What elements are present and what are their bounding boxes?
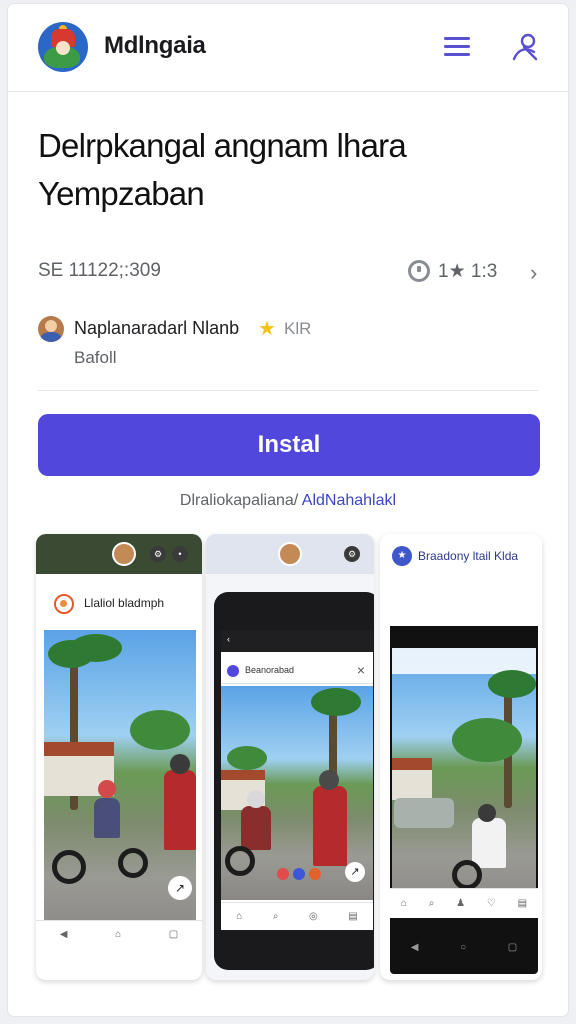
screenshot-label: Beanorabad bbox=[245, 665, 295, 675]
clock-icon bbox=[408, 260, 430, 282]
person-icon[interactable] bbox=[508, 30, 542, 64]
library-icon[interactable]: ▤ bbox=[348, 911, 357, 922]
share-icon: ↗ bbox=[345, 862, 365, 882]
phone-mockup: ‹ Beanorabad × ↗ ⌂ ⌕ ◎ ▤ bbox=[214, 592, 374, 970]
app-logo-icon[interactable] bbox=[38, 22, 88, 72]
search-icon[interactable]: ⌕ bbox=[429, 898, 435, 909]
bottom-nav: ◀ ⌂ ▢ bbox=[36, 920, 202, 948]
page-title: Delrpkangal angnam lhara Yempzaban bbox=[38, 122, 548, 218]
avatar bbox=[278, 542, 302, 566]
more-icon: • bbox=[172, 546, 188, 562]
library-icon[interactable]: ▤ bbox=[518, 898, 527, 909]
bottom-nav: ⌂ ⌕ ◎ ▤ bbox=[221, 902, 373, 930]
phone-status-bar: ‹ bbox=[221, 630, 373, 652]
note-text: Dlraliokapaliana/ bbox=[179, 492, 299, 509]
app-icon bbox=[227, 665, 239, 677]
favorite-icon[interactable]: ♡ bbox=[487, 898, 496, 909]
back-icon[interactable]: ◀ bbox=[60, 929, 68, 940]
home-icon[interactable]: ⌂ bbox=[401, 898, 407, 909]
settings-icon: ⚙ bbox=[150, 546, 166, 562]
location-badge-icon bbox=[54, 594, 74, 614]
install-note: Dlraliokapaliana/ AldNahahlakl bbox=[8, 492, 568, 510]
close-icon[interactable]: × bbox=[357, 662, 365, 678]
screenshot-card-1[interactable]: ⚙ • Llaliol bladmph ↗ ◀ ⌂ ▢ bbox=[36, 534, 202, 980]
screenshot-label: Braadony ltail Klda bbox=[418, 549, 519, 563]
star-icon: ★ bbox=[258, 318, 276, 340]
rating-text: 1★ 1:3 bbox=[438, 260, 498, 282]
home-icon[interactable]: ⌂ bbox=[236, 911, 242, 922]
phone-screen: ‹ Beanorabad × ↗ ⌂ ⌕ ◎ ▤ bbox=[221, 630, 373, 930]
settings-icon: ⚙ bbox=[344, 546, 360, 562]
screenshot-card-3[interactable]: ★ Braadony ltail Klda ⌂ ⌕ ♟ ♡ ▤ ◀ ○ ▢ bbox=[380, 534, 542, 980]
back-icon[interactable]: ◀ bbox=[411, 942, 419, 958]
title-line-1: Delrpkangal angnam lhara bbox=[38, 127, 407, 164]
recents-icon[interactable]: ▢ bbox=[169, 929, 178, 940]
sheet-header: Beanorabad × bbox=[221, 658, 373, 684]
developer-badge: KlR bbox=[284, 319, 312, 338]
rating-row[interactable]: 1★ 1:3 bbox=[408, 256, 497, 286]
back-arrow-icon[interactable]: ‹ bbox=[227, 634, 230, 644]
top-app-bar: Mdlngaia bbox=[8, 4, 568, 92]
developer-subtitle: Bafoll bbox=[74, 348, 117, 367]
recents-icon[interactable]: ▢ bbox=[508, 942, 517, 958]
title-line-2: Yempzaban bbox=[38, 175, 205, 212]
note-link[interactable]: AldNahahlakl bbox=[302, 492, 396, 509]
explore-icon[interactable]: ◎ bbox=[309, 911, 318, 922]
street-photo: ↗ bbox=[221, 686, 373, 900]
developer-name[interactable]: Naplanaradarl Nlanb bbox=[74, 318, 239, 339]
screenshot-card-2[interactable]: ⚙ ‹ Beanorabad × ↗ ⌂ ⌕ ◎ ▤ bbox=[206, 534, 374, 980]
phone-frame: ⌂ ⌕ ♟ ♡ ▤ ◀ ○ ▢ bbox=[390, 626, 538, 974]
app-icon: ★ bbox=[392, 546, 412, 566]
app-store-page: Mdlngaia Delrpkangal angnam lhara Yempza… bbox=[8, 4, 568, 1016]
divider bbox=[38, 390, 538, 391]
listing-meta: SE 11122;:309 bbox=[38, 260, 161, 281]
share-icon: ↗ bbox=[168, 876, 192, 900]
app-name: Mdlngaia bbox=[104, 32, 206, 59]
developer-avatar bbox=[38, 316, 64, 342]
bottom-nav: ⌂ ⌕ ♟ ♡ ▤ bbox=[390, 888, 538, 918]
home-button-icon[interactable]: ○ bbox=[460, 942, 466, 958]
street-photo: ↗ bbox=[44, 630, 196, 940]
play-icon[interactable]: ♟ bbox=[456, 898, 465, 909]
search-icon[interactable]: ⌕ bbox=[273, 911, 279, 922]
avatar bbox=[112, 542, 136, 566]
chevron-right-icon[interactable]: › bbox=[530, 260, 537, 286]
list-menu-icon[interactable] bbox=[436, 30, 474, 64]
home-icon[interactable]: ⌂ bbox=[115, 929, 121, 940]
screenshot-label: Llaliol bladmph bbox=[84, 596, 165, 610]
system-nav: ◀ ○ ▢ bbox=[390, 942, 538, 958]
install-button[interactable]: Instal bbox=[38, 414, 540, 476]
street-photo bbox=[392, 648, 536, 908]
